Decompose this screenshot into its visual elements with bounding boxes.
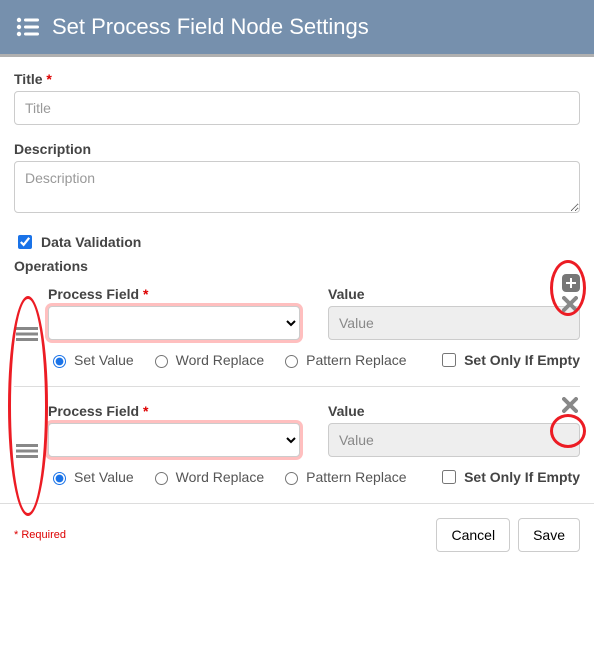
radio-pattern-replace-label: Pattern Replace — [306, 469, 406, 485]
remove-operation-button[interactable] — [562, 296, 580, 314]
data-validation-checkbox[interactable] — [18, 235, 32, 249]
list-icon — [16, 16, 40, 38]
radio-pattern-replace-input[interactable] — [285, 355, 298, 368]
remove-operation-button[interactable] — [562, 397, 580, 415]
required-asterisk: * — [143, 403, 148, 419]
value-input[interactable] — [328, 423, 580, 457]
operation-row: Process Field * Value Set Value — [14, 278, 580, 386]
title-label-text: Title — [14, 71, 43, 87]
drag-handle-icon[interactable] — [16, 443, 38, 462]
radio-pattern-replace-input[interactable] — [285, 472, 298, 485]
radio-word-replace[interactable]: Word Replace — [150, 469, 264, 485]
description-label: Description — [14, 141, 580, 157]
radio-pattern-replace[interactable]: Pattern Replace — [280, 469, 406, 485]
set-only-if-empty-label: Set Only If Empty — [464, 469, 580, 485]
set-only-if-empty-checkbox[interactable] — [442, 470, 456, 484]
required-note: * Required — [14, 529, 66, 541]
radio-word-replace-label: Word Replace — [176, 469, 264, 485]
set-only-if-empty-label: Set Only If Empty — [464, 352, 580, 368]
process-field-select[interactable] — [48, 306, 300, 340]
radio-set-value-input[interactable] — [53, 355, 66, 368]
value-label: Value — [328, 403, 580, 419]
radio-word-replace-input[interactable] — [155, 472, 168, 485]
radio-word-replace-label: Word Replace — [176, 352, 264, 368]
dialog-title: Set Process Field Node Settings — [52, 14, 369, 40]
value-label: Value — [328, 286, 580, 302]
operations-label: Operations — [14, 258, 580, 274]
title-label: Title * — [14, 71, 580, 87]
process-field-select[interactable] — [48, 423, 300, 457]
dialog-footer: * Required Cancel Save — [0, 503, 594, 566]
radio-pattern-replace[interactable]: Pattern Replace — [280, 352, 406, 368]
required-asterisk: * — [143, 286, 148, 302]
set-only-if-empty[interactable]: Set Only If Empty — [438, 467, 580, 487]
data-validation-label: Data Validation — [41, 234, 141, 250]
process-field-label: Process Field * — [48, 286, 300, 302]
radio-set-value[interactable]: Set Value — [48, 469, 134, 485]
radio-set-value-label: Set Value — [74, 469, 134, 485]
radio-pattern-replace-label: Pattern Replace — [306, 352, 406, 368]
operations-area: Process Field * Value Set Value — [14, 278, 580, 503]
radio-set-value[interactable]: Set Value — [48, 352, 134, 368]
title-input[interactable] — [14, 91, 580, 125]
radio-word-replace[interactable]: Word Replace — [150, 352, 264, 368]
process-field-label-text: Process Field — [48, 403, 139, 419]
set-only-if-empty-checkbox[interactable] — [442, 353, 456, 367]
dialog-header: Set Process Field Node Settings — [0, 0, 594, 57]
required-asterisk: * — [46, 71, 51, 87]
operation-row: Process Field * Value Set Value — [14, 386, 580, 503]
set-only-if-empty[interactable]: Set Only If Empty — [438, 350, 580, 370]
value-input[interactable] — [328, 306, 580, 340]
radio-word-replace-input[interactable] — [155, 355, 168, 368]
radio-set-value-input[interactable] — [53, 472, 66, 485]
save-button[interactable]: Save — [518, 518, 580, 552]
process-field-label-text: Process Field — [48, 286, 139, 302]
cancel-button[interactable]: Cancel — [436, 518, 510, 552]
drag-handle-icon[interactable] — [16, 326, 38, 345]
process-field-label: Process Field * — [48, 403, 300, 419]
description-textarea[interactable] — [14, 161, 580, 213]
radio-set-value-label: Set Value — [74, 352, 134, 368]
